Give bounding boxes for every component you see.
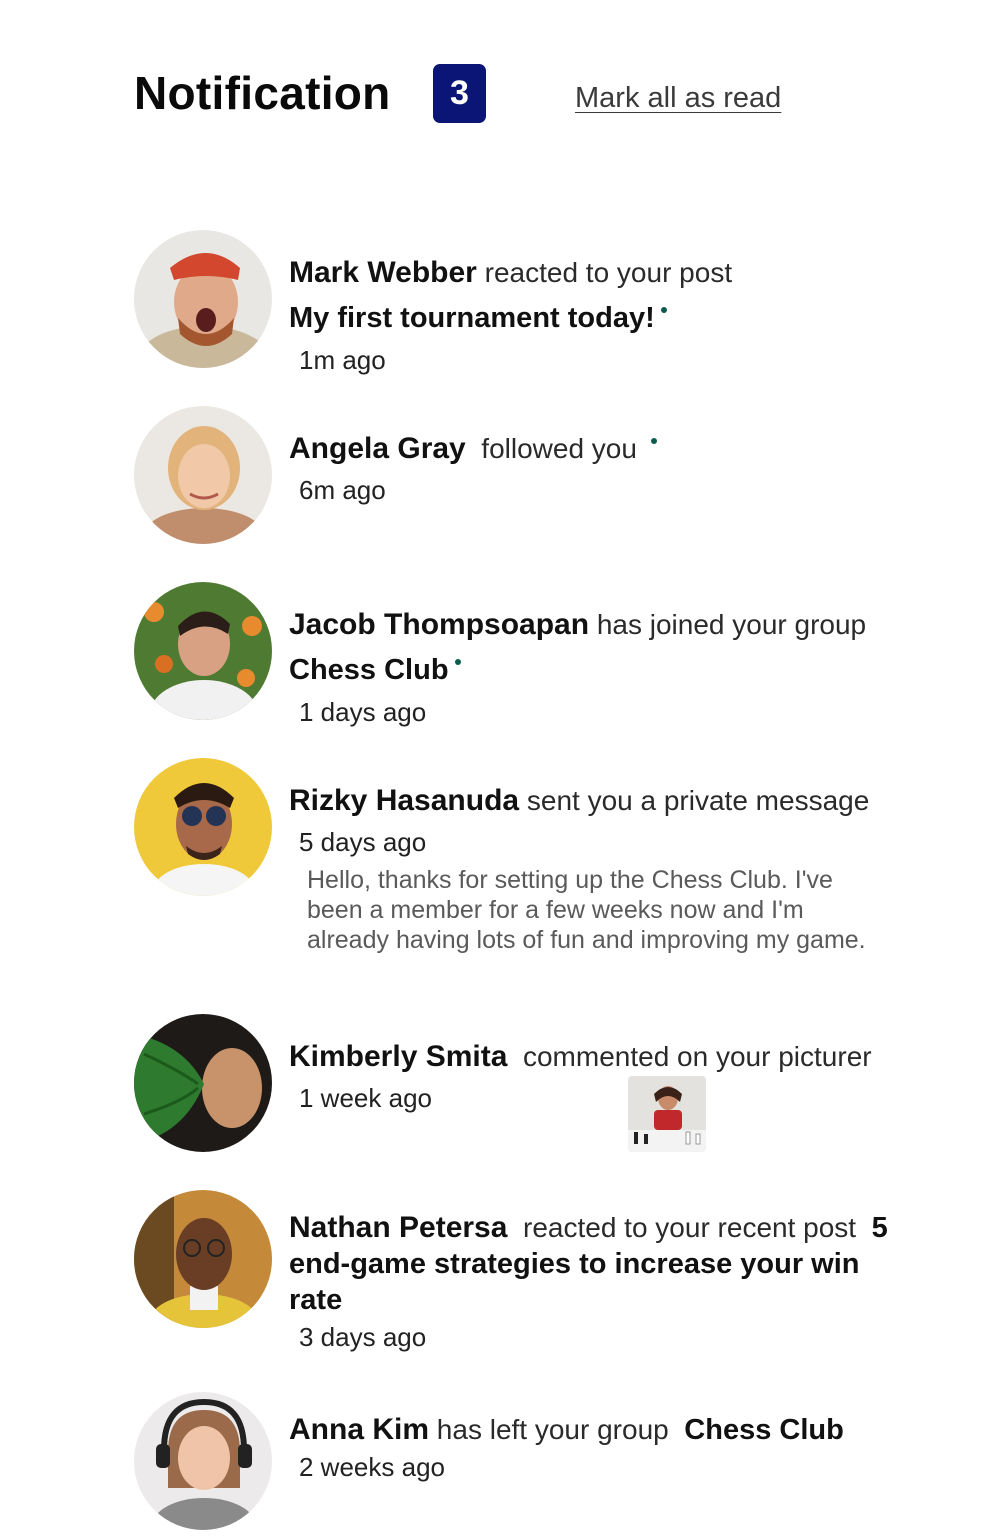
- timestamp: 1 week ago: [299, 1083, 432, 1113]
- notification-action: reacted to your recent post: [523, 1212, 857, 1243]
- user-name[interactable]: Angela Gray: [289, 432, 466, 465]
- post-title-link[interactable]: My first tournament today!: [289, 302, 655, 334]
- avatar[interactable]: [134, 758, 272, 896]
- notification-action: commented on your picturer: [522, 1041, 872, 1072]
- user-name[interactable]: Rizky Hasanuda: [289, 784, 519, 817]
- commented-picture-thumbnail[interactable]: [628, 1076, 706, 1152]
- notification-text: Nathan Petersa reacted to your recent po…: [289, 1210, 899, 1356]
- user-name[interactable]: Kimberly Smita: [289, 1040, 507, 1073]
- unread-dot: [650, 438, 657, 444]
- user-name[interactable]: Mark Webber: [289, 256, 477, 289]
- timestamp: 3 days ago: [299, 1322, 427, 1352]
- user-name[interactable]: Anna Kim: [289, 1413, 429, 1446]
- timestamp: 1m ago: [299, 345, 386, 375]
- notification-text: Rizky Hasanuda sent you a private messag…: [289, 778, 899, 955]
- notification-action: reacted to your post: [484, 257, 733, 288]
- notification-text: Kimberly Smita commented on your picture…: [289, 1034, 899, 1117]
- notification-text: Anna Kim has left your group Chess Club …: [289, 1412, 899, 1486]
- timestamp: 5 days ago: [299, 827, 427, 857]
- avatar[interactable]: [134, 1014, 272, 1152]
- notification-text: Mark Webber reacted to your post My firs…: [289, 250, 899, 379]
- timestamp: 6m ago: [299, 475, 386, 505]
- notification-action: has left your group: [436, 1414, 669, 1445]
- private-message-preview[interactable]: Hello, thanks for setting up the Chess C…: [289, 865, 889, 955]
- unread-count-badge: 3: [433, 64, 486, 123]
- notifications-header: Notification 3 Mark all as read: [134, 62, 834, 126]
- timestamp: 2 weeks ago: [299, 1452, 445, 1482]
- avatar[interactable]: [134, 582, 272, 720]
- avatar[interactable]: [134, 406, 272, 544]
- group-link[interactable]: Chess Club: [289, 654, 449, 686]
- notification-text: Jacob Thompsoapan has joined your group …: [289, 602, 899, 731]
- timestamp: 1 days ago: [299, 697, 427, 727]
- notification-text: Angela Gray followed you 6m ago: [289, 426, 899, 509]
- user-name[interactable]: Jacob Thompsoapan: [289, 608, 589, 641]
- user-name[interactable]: Nathan Petersa: [289, 1211, 507, 1244]
- avatar[interactable]: [134, 230, 272, 368]
- avatar[interactable]: [134, 1392, 272, 1530]
- notification-action: has joined your group: [596, 609, 867, 640]
- unread-dot: [454, 659, 461, 665]
- mark-all-as-read-link[interactable]: Mark all as read: [575, 82, 781, 115]
- avatar[interactable]: [134, 1190, 272, 1328]
- unread-dot: [660, 307, 667, 313]
- page-title: Notification: [134, 67, 391, 119]
- notification-action: sent you a private message: [526, 785, 870, 816]
- notification-action: followed you: [481, 433, 637, 464]
- group-link[interactable]: Chess Club: [684, 1414, 844, 1446]
